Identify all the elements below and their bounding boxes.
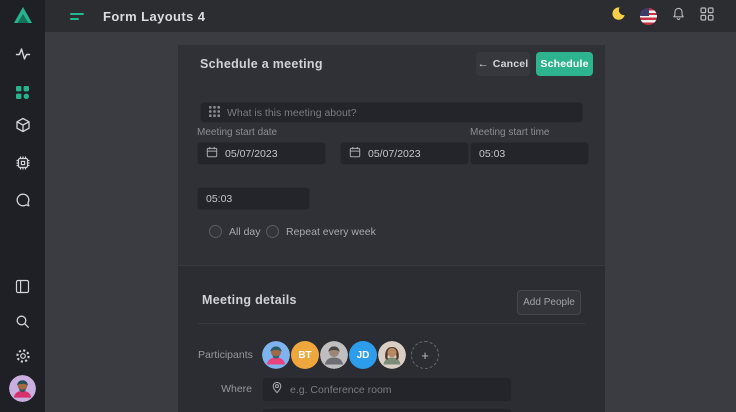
calendar-icon bbox=[206, 145, 218, 163]
participant-avatar: JD bbox=[349, 341, 377, 369]
end-time-input[interactable] bbox=[206, 193, 301, 205]
us-flag-icon bbox=[640, 8, 657, 25]
participant-initials: BT bbox=[298, 350, 311, 361]
cancel-button[interactable]: ← Cancel bbox=[476, 52, 530, 76]
search-icon bbox=[15, 314, 30, 329]
checkbox-circle-icon bbox=[266, 225, 279, 238]
sidebar-item-components[interactable] bbox=[0, 112, 45, 138]
participants-list: BT JD bbox=[262, 341, 439, 369]
bell-icon bbox=[671, 6, 686, 27]
menu-toggle-button[interactable] bbox=[70, 13, 84, 20]
chip-icon bbox=[15, 155, 31, 171]
meeting-time-section: Meeting start date Meeting start time bbox=[178, 83, 605, 265]
meeting-details-section: Meeting details Add People Participants bbox=[178, 265, 605, 412]
add-people-label: Add People bbox=[523, 297, 575, 308]
moon-icon bbox=[611, 6, 626, 26]
calendar-icon bbox=[349, 145, 361, 163]
chat-bubble-icon bbox=[15, 192, 31, 208]
participant-initials: JD bbox=[357, 350, 370, 361]
location-pin-icon bbox=[271, 381, 283, 399]
sidebar bbox=[0, 0, 45, 412]
sidebar-item-settings[interactable] bbox=[0, 343, 45, 369]
where-label: Where bbox=[198, 383, 252, 395]
all-day-checkbox[interactable]: All day bbox=[209, 225, 261, 238]
menu-icon bbox=[70, 13, 84, 20]
repeat-weekly-label: Repeat every week bbox=[286, 226, 376, 238]
gear-icon bbox=[15, 348, 31, 364]
apps-grid-icon bbox=[700, 7, 714, 26]
participant-avatar bbox=[320, 341, 348, 369]
sidebar-item-search[interactable] bbox=[0, 308, 45, 334]
activity-icon bbox=[15, 46, 31, 62]
add-participant-button[interactable]: + bbox=[411, 341, 439, 369]
start-date-input[interactable] bbox=[225, 148, 317, 160]
sidebar-item-layouts[interactable] bbox=[0, 79, 45, 105]
checkbox-circle-icon bbox=[209, 225, 222, 238]
start-time-input[interactable] bbox=[479, 148, 580, 160]
user-avatar[interactable] bbox=[9, 375, 36, 402]
participant-avatar bbox=[378, 341, 406, 369]
where-input[interactable] bbox=[290, 384, 503, 396]
start-time-label: Meeting start time bbox=[470, 127, 549, 138]
end-date-field[interactable] bbox=[340, 142, 469, 165]
theme-toggle-button[interactable] bbox=[611, 6, 626, 26]
app-logo[interactable] bbox=[0, 4, 45, 30]
add-people-button[interactable]: Add People bbox=[517, 290, 581, 315]
header-actions bbox=[611, 6, 714, 27]
details-title: Meeting details bbox=[202, 293, 297, 307]
keypad-icon bbox=[209, 104, 220, 122]
back-arrow-icon: ← bbox=[478, 58, 489, 70]
meeting-about-input[interactable] bbox=[227, 107, 574, 119]
start-time-field[interactable] bbox=[470, 142, 589, 165]
top-header: Form Layouts 4 bbox=[45, 0, 736, 32]
cube-icon bbox=[15, 117, 31, 133]
apps-button[interactable] bbox=[700, 7, 714, 26]
grid-icon bbox=[15, 85, 30, 100]
sidebar-item-activity[interactable] bbox=[0, 41, 45, 67]
start-date-field[interactable] bbox=[197, 142, 326, 165]
section-divider bbox=[198, 323, 585, 324]
schedule-label: Schedule bbox=[540, 58, 588, 70]
participant-avatar bbox=[262, 341, 290, 369]
repeat-weekly-checkbox[interactable]: Repeat every week bbox=[266, 225, 376, 238]
end-date-input[interactable] bbox=[368, 148, 460, 160]
participant-avatar: BT bbox=[291, 341, 319, 369]
participants-label: Participants bbox=[198, 349, 252, 361]
app-root: { "header": { "title": "Form Layouts 4" … bbox=[0, 0, 736, 412]
next-field-partial[interactable] bbox=[262, 408, 512, 412]
card-header: Schedule a meeting ← Cancel Schedule bbox=[178, 45, 605, 83]
page-title: Form Layouts 4 bbox=[103, 9, 205, 24]
language-button[interactable] bbox=[640, 8, 657, 25]
cancel-label: Cancel bbox=[493, 58, 529, 70]
all-day-label: All day bbox=[229, 226, 261, 238]
schedule-meeting-card: Schedule a meeting ← Cancel Schedule Mee… bbox=[178, 45, 605, 412]
sidebar-item-messages[interactable] bbox=[0, 187, 45, 213]
layout-panel-icon bbox=[15, 279, 30, 294]
end-time-field[interactable] bbox=[197, 187, 310, 210]
start-date-label: Meeting start date bbox=[197, 127, 277, 138]
sidebar-item-hardware[interactable] bbox=[0, 150, 45, 176]
logo-icon bbox=[13, 6, 33, 29]
where-field[interactable] bbox=[262, 377, 512, 402]
meeting-about-field[interactable] bbox=[200, 102, 583, 123]
plus-icon: + bbox=[421, 348, 429, 363]
schedule-button[interactable]: Schedule bbox=[536, 52, 593, 76]
card-title: Schedule a meeting bbox=[200, 45, 323, 83]
notifications-button[interactable] bbox=[671, 6, 686, 27]
sidebar-item-panel[interactable] bbox=[0, 273, 45, 299]
